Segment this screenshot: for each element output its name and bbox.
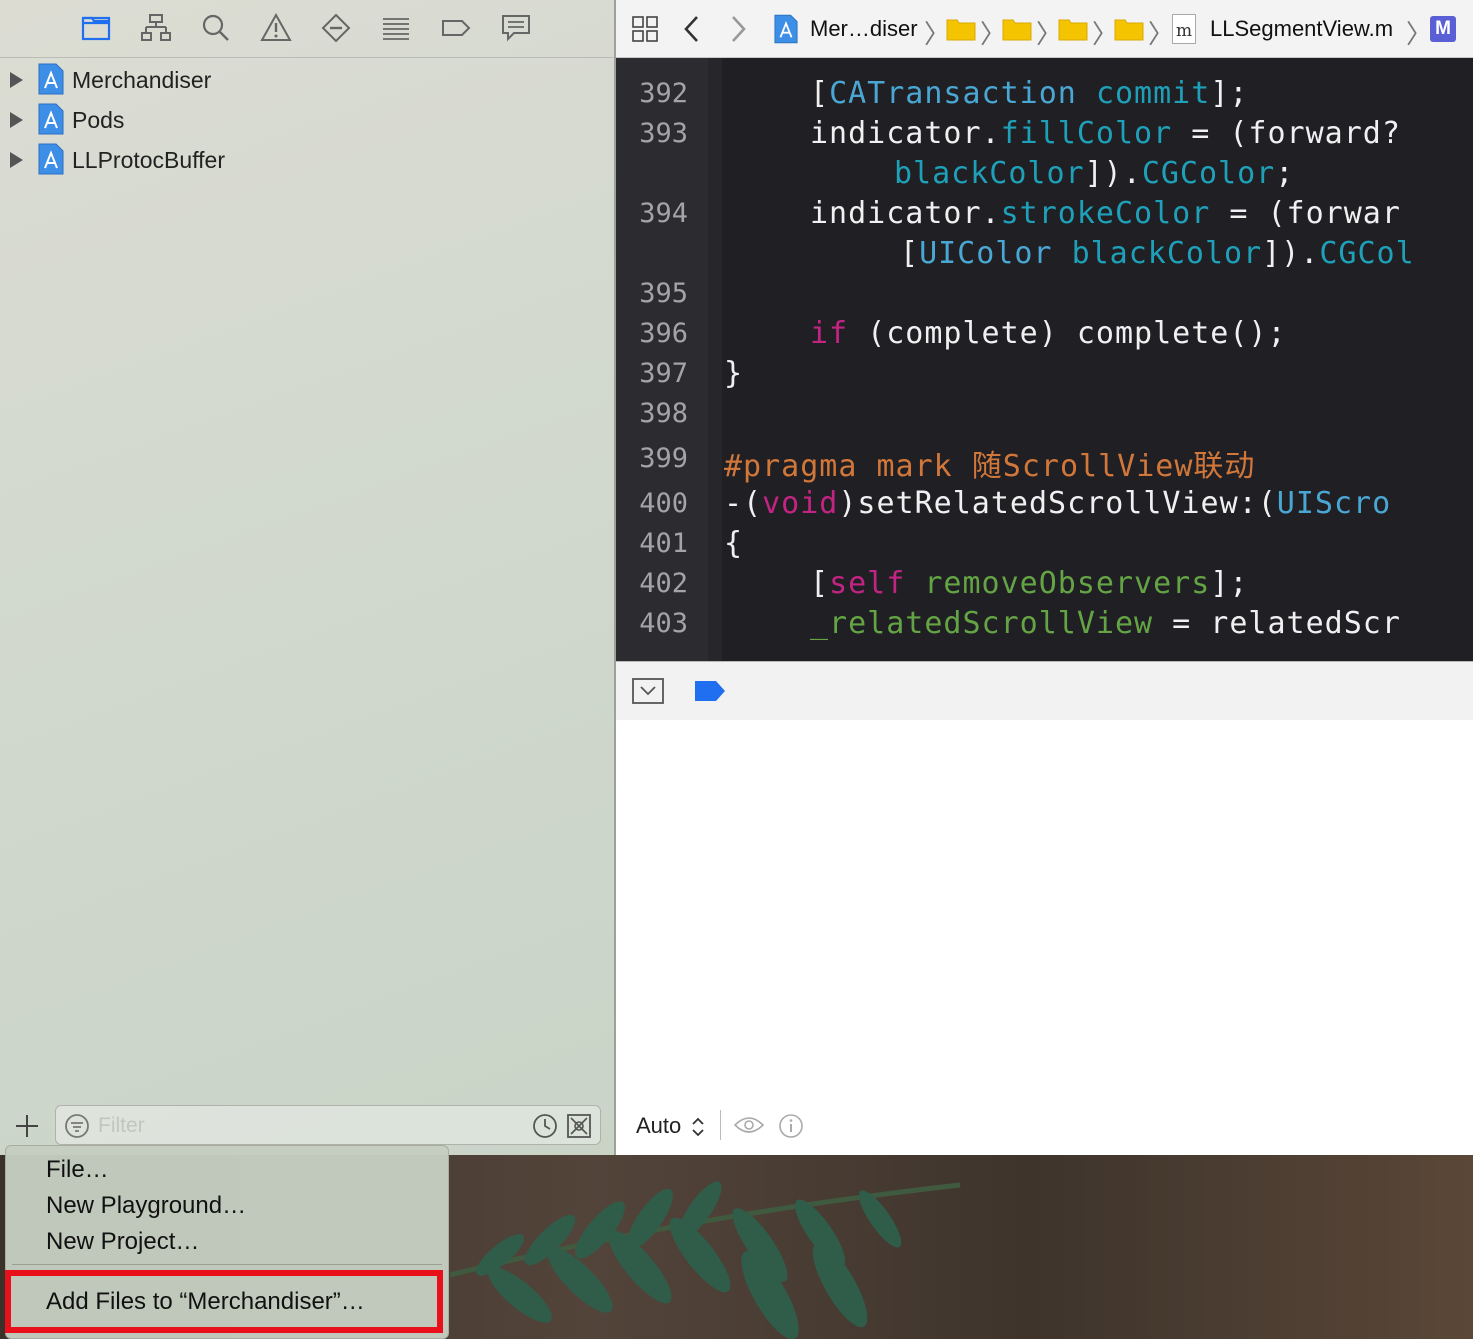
folder-icon[interactable] xyxy=(1058,17,1088,41)
code-line: blackColor]).CGColor; xyxy=(894,156,1295,191)
scope-label: Auto xyxy=(636,1113,682,1138)
menu-item-new-project[interactable]: New Project… xyxy=(46,1228,199,1256)
fern-leaf-image xyxy=(449,1181,961,1339)
tree-item-pods[interactable]: Pods xyxy=(0,100,600,140)
code-line: if (complete) complete(); xyxy=(810,316,1287,351)
xcode-project-icon xyxy=(38,63,64,95)
add-plus-icon[interactable] xyxy=(13,1112,41,1140)
updown-chevron-icon xyxy=(692,1117,705,1137)
line-number: 397 xyxy=(639,358,688,389)
code-line: [self removeObservers]; xyxy=(810,566,1249,601)
folder-icon[interactable] xyxy=(80,12,112,44)
path-separator-icon: 〉 xyxy=(1148,20,1175,50)
path-separator-icon: 〉 xyxy=(1406,20,1433,50)
objc-file-icon: m xyxy=(1172,14,1196,44)
code-line: [CATransaction commit]; xyxy=(810,76,1249,111)
tree-item-label: LLProtocBuffer xyxy=(72,147,226,173)
xcode-project-icon xyxy=(38,103,64,135)
line-number: 392 xyxy=(639,78,688,109)
navigator-toolbar xyxy=(0,0,614,58)
list-icon[interactable] xyxy=(380,12,412,44)
line-number: 401 xyxy=(639,528,688,559)
filter-input[interactable] xyxy=(96,1112,520,1140)
filter-icon xyxy=(65,1114,89,1138)
jumpbar-file[interactable]: LLSegmentView.m xyxy=(1210,16,1393,42)
folder-icon[interactable] xyxy=(946,17,976,41)
project-navigator: Merchandiser Pods LLProtocBuffer xyxy=(0,0,614,1155)
code-line: { xyxy=(724,526,744,561)
info-icon[interactable] xyxy=(778,1113,804,1139)
disclosure-triangle-icon[interactable] xyxy=(10,72,23,88)
breakpoint-tag-icon[interactable] xyxy=(440,12,472,44)
comment-icon[interactable] xyxy=(500,12,532,44)
code-line: #pragma mark 随ScrollView联动 xyxy=(724,449,1256,484)
highlight-box xyxy=(5,1270,443,1333)
menu-item-file[interactable]: File… xyxy=(46,1156,109,1184)
line-number: 395 xyxy=(639,278,688,309)
code-line: _relatedScrollView = relatedScr xyxy=(810,606,1401,641)
variables-view[interactable]: Auto xyxy=(616,720,1473,1155)
search-icon[interactable] xyxy=(200,12,232,44)
method-symbol-icon[interactable]: M xyxy=(1430,16,1456,42)
hide-debug-area-icon[interactable] xyxy=(632,678,664,704)
line-number: 399 xyxy=(639,443,688,474)
line-number: 400 xyxy=(639,488,688,519)
filter-field[interactable] xyxy=(55,1105,601,1145)
related-items-grid-icon[interactable] xyxy=(632,16,658,42)
breakpoints-toggle-icon[interactable] xyxy=(694,680,726,702)
disclosure-triangle-icon[interactable] xyxy=(10,112,23,128)
warning-icon[interactable] xyxy=(260,12,292,44)
line-number-gutter: 392 393 394 395 396 397 398 399 400 401 … xyxy=(616,58,708,661)
debug-bar xyxy=(616,661,1473,721)
jump-bar: Mer…diser 〉 〉 〉 〉 〉 m LLSegmentView.m 〉 … xyxy=(616,0,1473,58)
line-number: 398 xyxy=(639,398,688,429)
xcode-project-icon xyxy=(38,143,64,175)
line-number: 396 xyxy=(639,318,688,349)
menu-separator xyxy=(12,1264,442,1265)
tree-item-merchandiser[interactable]: Merchandiser xyxy=(0,60,600,100)
source-editor[interactable]: 392 393 394 395 396 397 398 399 400 401 … xyxy=(616,58,1473,661)
toolbar-divider xyxy=(720,1110,721,1140)
line-number: 393 xyxy=(639,118,688,149)
recent-clock-icon[interactable] xyxy=(532,1113,558,1139)
forward-chevron-icon[interactable] xyxy=(728,14,748,44)
tree-item-label: Pods xyxy=(72,107,125,133)
variables-scope-select[interactable]: Auto xyxy=(636,1113,705,1139)
code-folding-ribbon[interactable] xyxy=(708,58,722,661)
line-number: 402 xyxy=(639,568,688,599)
folder-icon[interactable] xyxy=(1114,17,1144,41)
tree-item-llprotocbuffer[interactable]: LLProtocBuffer xyxy=(0,140,600,180)
code-line: [UIColor blackColor]).CGCol xyxy=(900,236,1415,271)
disclosure-triangle-icon[interactable] xyxy=(10,152,23,168)
quick-look-eye-icon[interactable] xyxy=(734,1115,764,1135)
code-line: -(void)setRelatedScrollView:(UIScro xyxy=(724,486,1392,521)
code-line: indicator.fillColor = (forward? xyxy=(810,116,1401,151)
line-number: 394 xyxy=(639,198,688,229)
jumpbar-project[interactable]: Mer…diser xyxy=(810,16,918,42)
scm-filter-icon[interactable] xyxy=(566,1113,592,1139)
hierarchy-icon[interactable] xyxy=(140,12,172,44)
menu-item-new-playground[interactable]: New Playground… xyxy=(46,1192,246,1220)
test-diamond-icon[interactable] xyxy=(320,12,352,44)
code-line: } xyxy=(724,356,744,391)
xcode-project-icon xyxy=(774,14,798,44)
folder-icon[interactable] xyxy=(1002,17,1032,41)
tree-item-label: Merchandiser xyxy=(72,67,212,93)
back-chevron-icon[interactable] xyxy=(682,14,702,44)
code-line: indicator.strokeColor = (forwar xyxy=(810,196,1401,231)
line-number: 403 xyxy=(639,608,688,639)
